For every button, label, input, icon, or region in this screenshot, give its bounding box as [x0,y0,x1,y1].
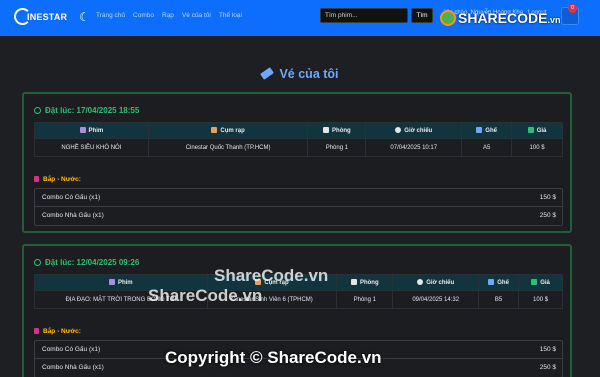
col-price-label: Giá [540,280,550,286]
snack-price: 150 $ [539,346,556,353]
nav-link-genre[interactable]: Thể loại [219,12,242,19]
col-cinema-label: Cụm rạp [220,128,245,134]
snack-name: Combo Có Gấu (x1) [42,346,101,353]
snack-heading-text: Bắp - Nước: [43,328,81,335]
col-seat: Ghế [478,274,520,291]
search-button[interactable]: Tìm [411,8,433,23]
page-title: Vé của tôi [0,67,600,81]
brand-logo[interactable]: INESTAR [14,5,68,29]
cell-showtime: 09/04/2025 14:32 [392,290,480,309]
col-movie-label: Phim [88,128,104,134]
drink-cup-icon [34,176,39,182]
building-icon [211,127,218,133]
snack-list: Combo Có Gấu (x1) 150 $ Combo Nhà Gấu (x… [34,188,563,226]
list-item: Combo Có Gấu (x1) 150 $ [35,189,562,207]
cell-movie: NGHỀ SIÊU KHÓ NÓI [34,138,149,157]
col-price-label: Giá [536,128,547,134]
col-movie-label: Phim [117,280,133,286]
col-showtime-label: Giờ chiếu [426,280,455,286]
logo-text: INESTAR [27,12,68,22]
snack-heading: Bắp - Nước: [34,176,81,183]
col-seat-label: Ghế [497,280,509,286]
snack-name: Combo Nhà Gấu (x1) [42,364,104,371]
cell-seat: A5 [461,138,513,157]
list-item: Combo Nhà Gấu (x1) 250 $ [35,207,562,225]
order-placed-at-text: Đặt lúc: 17/04/2025 18:55 [45,106,140,115]
col-room-label: Phòng [332,128,351,134]
nav-links: Trang chủ Combo Rạp Vé của tôi Thể loại [96,12,242,19]
nav-link-home[interactable]: Trang chủ [96,12,125,19]
ticket-icon [260,67,275,80]
table-row: ĐỊA ĐẠO: MẶT TRỜI TRONG BÓNG TỐI Cinesta… [34,290,563,309]
order-placed-at-text: Đặt lúc: 12/04/2025 09:26 [45,258,140,267]
watermark-text: ShareCode.vn [148,286,263,305]
seat-icon [476,127,483,133]
door-icon [323,127,330,133]
watermark-text: ShareCode.vn [214,266,329,285]
snack-price: 150 $ [539,194,556,201]
snack-name: Combo Có Gấu (x1) [42,194,101,201]
col-showtime: Giờ chiếu [392,274,480,291]
nav-link-my-tickets[interactable]: Vé của tôi [182,12,211,19]
col-room: Phòng [336,274,394,291]
col-showtime-label: Giờ chiếu [404,128,433,134]
film-icon [108,279,115,285]
watermark-logo-text: SHARECODE [458,10,548,26]
cell-room: Phòng 1 [336,290,394,309]
snack-price: 250 $ [539,212,556,219]
col-seat: Ghế [461,122,513,139]
clock-icon [395,127,402,133]
col-price: Giá [511,122,563,139]
col-showtime: Giờ chiếu [365,122,463,139]
ticket-table: Phim Cụm rạp Phòng Giờ chiếu Ghế Giá NGH… [34,122,563,157]
money-icon [531,279,538,285]
clock-icon [34,107,41,114]
drink-cup-icon [34,328,39,334]
sharecode-logo-icon [440,10,456,26]
col-price: Giá [518,274,563,291]
watermark-logo-suffix: .vn [547,15,561,25]
clock-icon [34,259,41,266]
money-icon [527,127,534,133]
order-placed-at: Đặt lúc: 12/04/2025 09:26 [34,258,139,267]
door-icon [350,279,357,285]
col-seat-label: Ghế [485,128,497,134]
watermark-logo: SHARECODE.vn [440,10,560,26]
film-icon [79,127,86,133]
cell-room: Phòng 1 [307,138,367,157]
seat-icon [488,279,495,285]
snack-name: Combo Nhà Gấu (x1) [42,212,104,219]
nav-link-combo[interactable]: Combo [133,12,154,19]
cell-price: 100 $ [518,290,563,309]
snack-price: 250 $ [539,364,556,371]
cell-cinema: Cinestar Quốc Thanh (TP.HCM) [147,138,309,157]
notification-badge: 0 [568,4,577,13]
col-room-label: Phòng [359,280,379,286]
cell-showtime: 07/04/2025 10:17 [365,138,463,157]
col-room: Phòng [307,122,367,139]
col-cinema: Cụm rạp [147,122,309,139]
dark-mode-moon-icon[interactable]: ☾ [79,10,90,24]
cell-price: 100 $ [511,138,563,157]
cell-seat: B5 [478,290,520,309]
page-title-text: Vé của tôi [279,67,339,81]
order-placed-at: Đặt lúc: 17/04/2025 18:55 [34,106,139,115]
clock-icon [417,279,424,285]
col-movie: Phim [34,122,149,139]
order-card: Đặt lúc: 17/04/2025 18:55 Phim Cụm rạp P… [22,92,572,233]
search-input[interactable] [320,8,408,23]
nav-link-cinema[interactable]: Rạp [162,12,174,19]
snack-heading: Bắp - Nước: [34,328,81,335]
watermark-copyright: Copyright © ShareCode.vn [165,348,382,367]
snack-heading-text: Bắp - Nước: [43,176,81,183]
table-row: NGHỀ SIÊU KHÓ NÓI Cinestar Quốc Thanh (T… [34,138,563,157]
